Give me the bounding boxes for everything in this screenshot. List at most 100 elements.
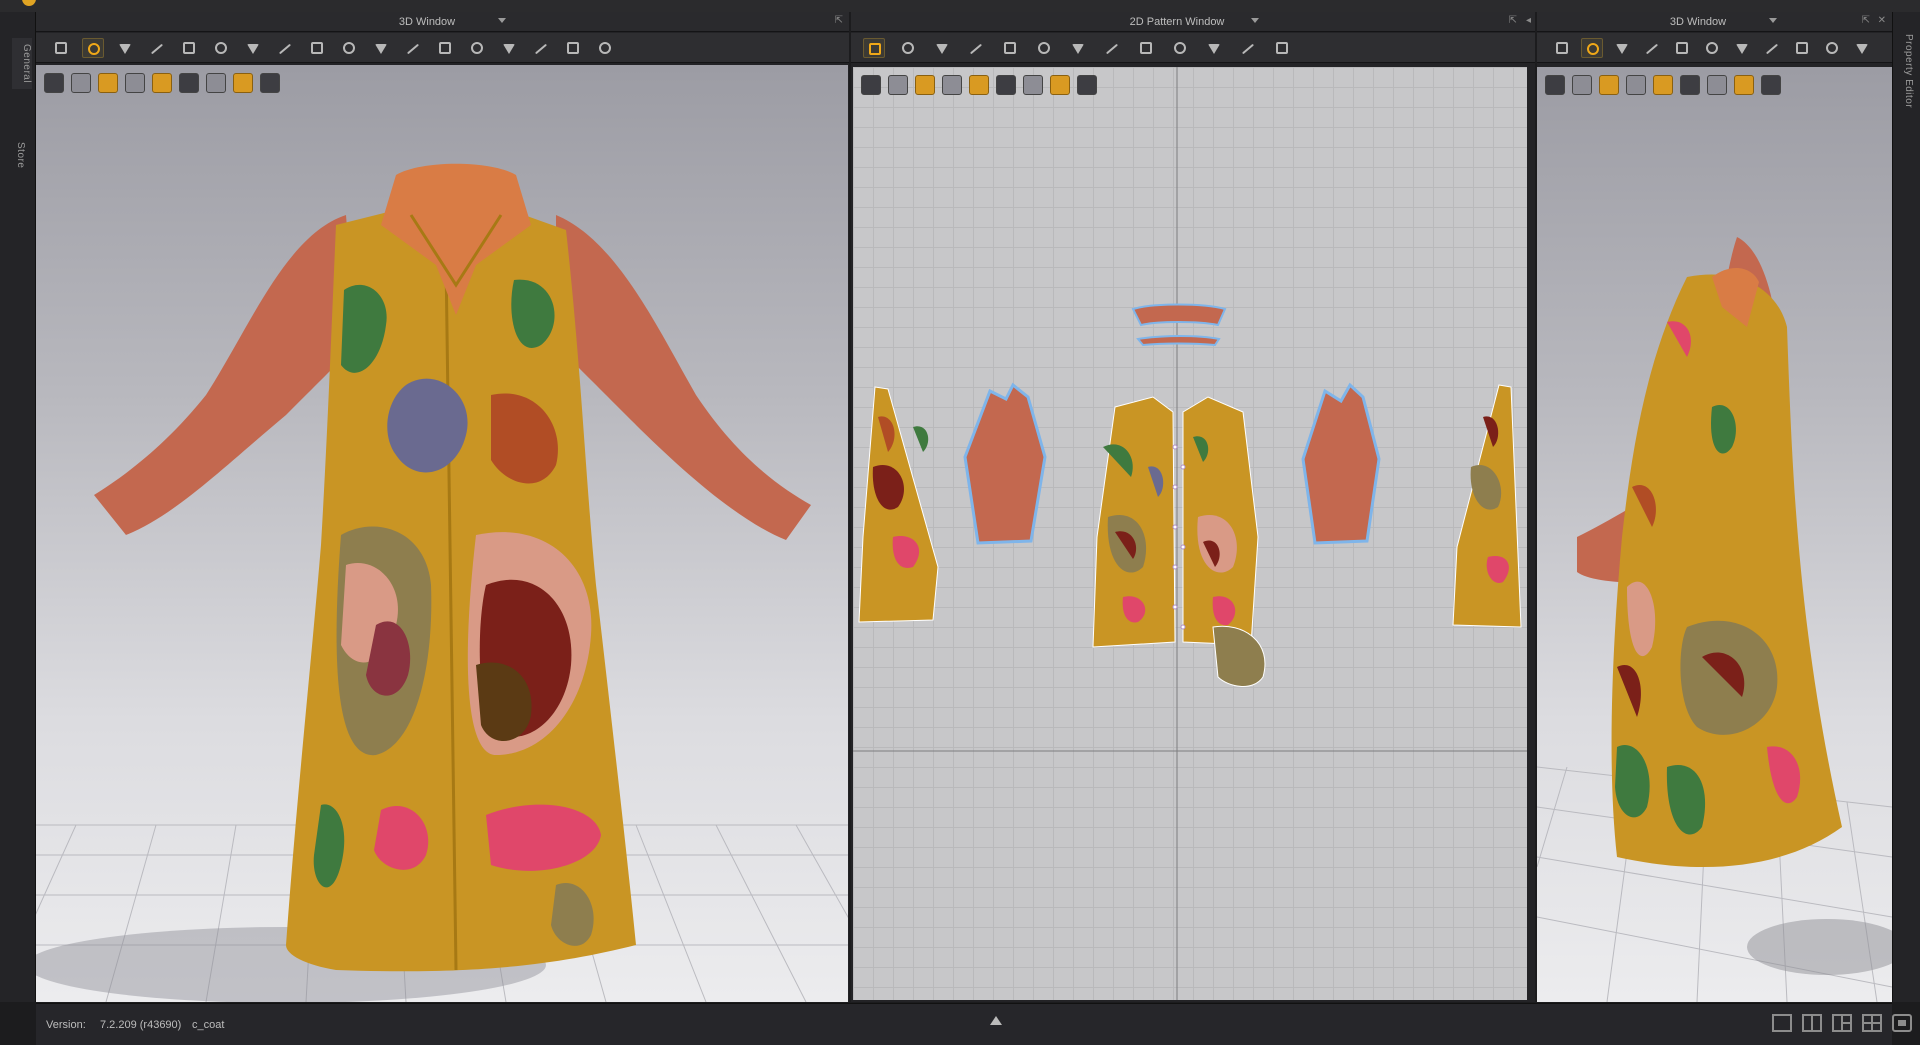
sewing-icon bbox=[247, 44, 259, 54]
pattern-sleeve-right bbox=[1301, 382, 1381, 545]
tool-edit-pattern-button[interactable] bbox=[1611, 38, 1633, 58]
panel-3d-left: 3D Window ⇱ bbox=[36, 12, 849, 1002]
panel-title: 3D Window bbox=[1669, 16, 1727, 28]
layout-single-icon[interactable] bbox=[1772, 1014, 1792, 1032]
measure-icon bbox=[406, 43, 420, 55]
tool-tack-button[interactable] bbox=[1671, 38, 1693, 58]
fit-icon bbox=[1796, 42, 1808, 54]
tool-fold-button[interactable] bbox=[146, 38, 168, 58]
fit-icon bbox=[311, 42, 323, 54]
tool-arrange-button[interactable] bbox=[338, 38, 360, 58]
segment-icon bbox=[1706, 42, 1718, 54]
layout-two-column-icon[interactable] bbox=[1802, 1014, 1822, 1032]
pattern-collar-top bbox=[1131, 303, 1227, 327]
detach-window-button[interactable]: ⇱ bbox=[835, 15, 843, 26]
grid-mesh-icon bbox=[1072, 44, 1084, 54]
tool-rectangle-button[interactable] bbox=[931, 38, 953, 58]
garment-3d-side[interactable] bbox=[1537, 67, 1892, 1002]
garment-3d-front[interactable] bbox=[36, 65, 848, 1002]
tool-transform-button[interactable] bbox=[1581, 38, 1603, 58]
fold-icon bbox=[1645, 43, 1659, 55]
tool-measure-button[interactable] bbox=[402, 38, 424, 58]
sewing-icon bbox=[1038, 42, 1050, 54]
tool-sewing-button[interactable] bbox=[1033, 38, 1055, 58]
tool-pin-button[interactable] bbox=[274, 38, 296, 58]
arrange-icon bbox=[343, 42, 355, 54]
measure-icon bbox=[1241, 43, 1255, 55]
rectangle-icon bbox=[936, 44, 948, 54]
window-dropdown-button[interactable] bbox=[1251, 18, 1259, 23]
tool-edit-point-button[interactable] bbox=[897, 38, 919, 58]
close-window-button[interactable]: ✕ bbox=[1878, 15, 1886, 26]
window-dropdown-button[interactable] bbox=[498, 18, 506, 23]
tool-sewing-button[interactable] bbox=[1731, 38, 1753, 58]
tool-dart-button[interactable] bbox=[999, 38, 1021, 58]
gather-icon bbox=[375, 44, 387, 54]
tool-avatar-pose-button[interactable] bbox=[594, 38, 616, 58]
tool-stitch-button[interactable] bbox=[530, 38, 552, 58]
expand-panel-arrow-icon[interactable] bbox=[990, 1016, 1002, 1025]
tool-fold-button[interactable] bbox=[1101, 38, 1123, 58]
tool-fold-button[interactable] bbox=[1641, 38, 1663, 58]
tab-store[interactable]: Store bbox=[15, 142, 26, 168]
layout-quad-icon[interactable] bbox=[1862, 1014, 1882, 1032]
panel-2d-pattern: 2D Pattern Window ⇱ ◂ bbox=[851, 12, 1535, 1002]
sleeve-left bbox=[94, 215, 356, 535]
tool-grid-mesh-button[interactable] bbox=[1067, 38, 1089, 58]
tool-edit-pattern-button[interactable] bbox=[114, 38, 136, 58]
app-top-strip bbox=[0, 0, 1920, 12]
tool-fit-button[interactable] bbox=[306, 38, 328, 58]
collapse-window-button[interactable]: ◂ bbox=[1526, 15, 1531, 26]
fold-icon bbox=[1105, 43, 1119, 55]
window-dropdown-button[interactable] bbox=[1769, 18, 1777, 23]
transform-icon bbox=[869, 43, 881, 55]
tool-raise-button[interactable] bbox=[434, 38, 456, 58]
toolbar-2d-pattern bbox=[851, 33, 1535, 63]
version-value: 7.2.209 (r43690) bbox=[100, 1019, 182, 1031]
tool-blend-button[interactable] bbox=[498, 38, 520, 58]
detach-window-button[interactable]: ⇱ bbox=[1862, 15, 1870, 26]
tool-tack-button[interactable] bbox=[178, 38, 200, 58]
tool-gather-button[interactable] bbox=[370, 38, 392, 58]
tool-fit-button[interactable] bbox=[1791, 38, 1813, 58]
tool-pin-button[interactable] bbox=[1761, 38, 1783, 58]
tab-general[interactable]: General bbox=[12, 38, 32, 90]
layout-custom-icon[interactable] bbox=[1892, 1014, 1912, 1032]
tool-sewing-button[interactable] bbox=[242, 38, 264, 58]
panel-titlebar: 3D Window ⇱ ✕ bbox=[1537, 12, 1892, 32]
transform-icon bbox=[88, 43, 100, 55]
layout-three-pane-icon[interactable] bbox=[1832, 1014, 1852, 1032]
tool-select-move-button[interactable] bbox=[50, 38, 72, 58]
tab-property-editor[interactable]: Property Editor bbox=[1903, 34, 1914, 108]
garment-icon bbox=[1276, 42, 1288, 54]
detach-window-button[interactable]: ⇱ bbox=[1509, 15, 1517, 26]
viewport-3d-right[interactable] bbox=[1537, 67, 1892, 1002]
tool-tuck-button[interactable] bbox=[466, 38, 488, 58]
project-name: c_coat bbox=[192, 1019, 225, 1031]
pattern-pieces[interactable] bbox=[853, 67, 1527, 1000]
raise-icon bbox=[439, 42, 451, 54]
left-side-rail: General Store bbox=[0, 12, 36, 1002]
tool-segment-button[interactable] bbox=[1169, 38, 1191, 58]
tool-measure-button[interactable] bbox=[1237, 38, 1259, 58]
viewport-2d-pattern[interactable] bbox=[853, 67, 1527, 1000]
viewport-3d-left[interactable] bbox=[36, 65, 848, 1002]
tool-gather-button[interactable] bbox=[1851, 38, 1873, 58]
tool-transform-button[interactable] bbox=[863, 38, 885, 58]
tool-garment-button[interactable] bbox=[1271, 38, 1293, 58]
tool-segment-button[interactable] bbox=[1701, 38, 1723, 58]
right-side-rail: Property Editor bbox=[1892, 12, 1920, 1002]
tool-transform-button[interactable] bbox=[82, 38, 104, 58]
tool-trace-button[interactable] bbox=[1135, 38, 1157, 58]
tool-stripe-button[interactable] bbox=[1203, 38, 1225, 58]
tool-internal-shape-button[interactable] bbox=[965, 38, 987, 58]
tool-segment-button[interactable] bbox=[210, 38, 232, 58]
tool-select-move-button[interactable] bbox=[1551, 38, 1573, 58]
panel-3d-right: 3D Window ⇱ ✕ bbox=[1537, 12, 1892, 1002]
edit-pattern-icon bbox=[1616, 44, 1628, 54]
tool-split-button[interactable] bbox=[562, 38, 584, 58]
tack-icon bbox=[183, 42, 195, 54]
pin-icon bbox=[1765, 43, 1779, 55]
tool-arrange-button[interactable] bbox=[1821, 38, 1843, 58]
edit-point-icon bbox=[902, 42, 914, 54]
